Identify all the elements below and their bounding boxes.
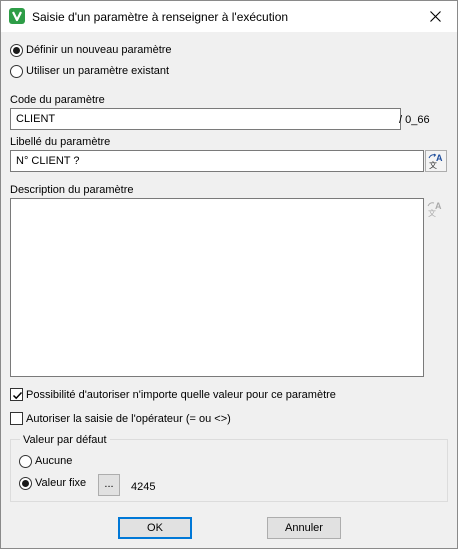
v-logo-icon <box>9 8 25 24</box>
description-translate-button[interactable]: A 文 <box>425 199 447 221</box>
dialog-window: Saisie d'un paramètre à renseigner à l'e… <box>0 0 458 549</box>
radio-existing-parameter-label[interactable]: Utiliser un paramètre existant <box>26 65 169 77</box>
allow-any-value-label[interactable]: Possibilité d'autoriser n'importe quelle… <box>26 389 336 401</box>
libelle-label: Libellé du paramètre <box>10 136 111 148</box>
operator-input-label[interactable]: Autoriser la saisie de l'opérateur (= ou… <box>26 413 231 425</box>
radio-new-parameter[interactable] <box>10 44 23 57</box>
libelle-translate-button[interactable]: A 文 <box>425 150 447 172</box>
code-length-indicator: / 0_66 <box>399 114 430 126</box>
radio-default-none[interactable] <box>19 455 32 468</box>
code-label: Code du paramètre <box>10 94 105 106</box>
operator-input-checkbox[interactable] <box>10 412 23 425</box>
translate-icon: A 文 <box>427 201 442 218</box>
fixed-value-text: 4245 <box>131 481 156 493</box>
close-icon <box>430 11 441 22</box>
svg-text:A: A <box>436 153 443 163</box>
close-button[interactable] <box>413 1 457 32</box>
code-field[interactable]: CLIENT <box>10 108 401 130</box>
radio-new-parameter-label[interactable]: Définir un nouveau paramètre <box>26 44 172 56</box>
browse-value-button[interactable]: ... <box>98 474 120 496</box>
description-label: Description du paramètre <box>10 184 134 196</box>
allow-any-value-checkbox[interactable] <box>10 388 23 401</box>
window-title: Saisie d'un paramètre à renseigner à l'e… <box>32 10 289 24</box>
description-textarea[interactable] <box>10 198 424 377</box>
ok-button[interactable]: OK <box>118 517 192 539</box>
translate-icon: A 文 <box>428 153 443 170</box>
svg-text:文: 文 <box>429 160 437 170</box>
libelle-field[interactable]: N° CLIENT ? <box>10 150 424 172</box>
svg-text:文: 文 <box>428 208 436 218</box>
default-value-group <box>10 439 448 502</box>
checkmark-icon <box>12 391 23 400</box>
radio-existing-parameter[interactable] <box>10 65 23 78</box>
svg-text:A: A <box>435 201 442 211</box>
title-bar: Saisie d'un paramètre à renseigner à l'e… <box>1 1 457 32</box>
radio-default-fixed-label[interactable]: Valeur fixe <box>35 477 86 489</box>
default-value-group-title: Valeur par défaut <box>20 434 110 446</box>
cancel-button[interactable]: Annuler <box>267 517 341 539</box>
radio-default-none-label[interactable]: Aucune <box>35 455 72 467</box>
radio-default-fixed[interactable] <box>19 477 32 490</box>
